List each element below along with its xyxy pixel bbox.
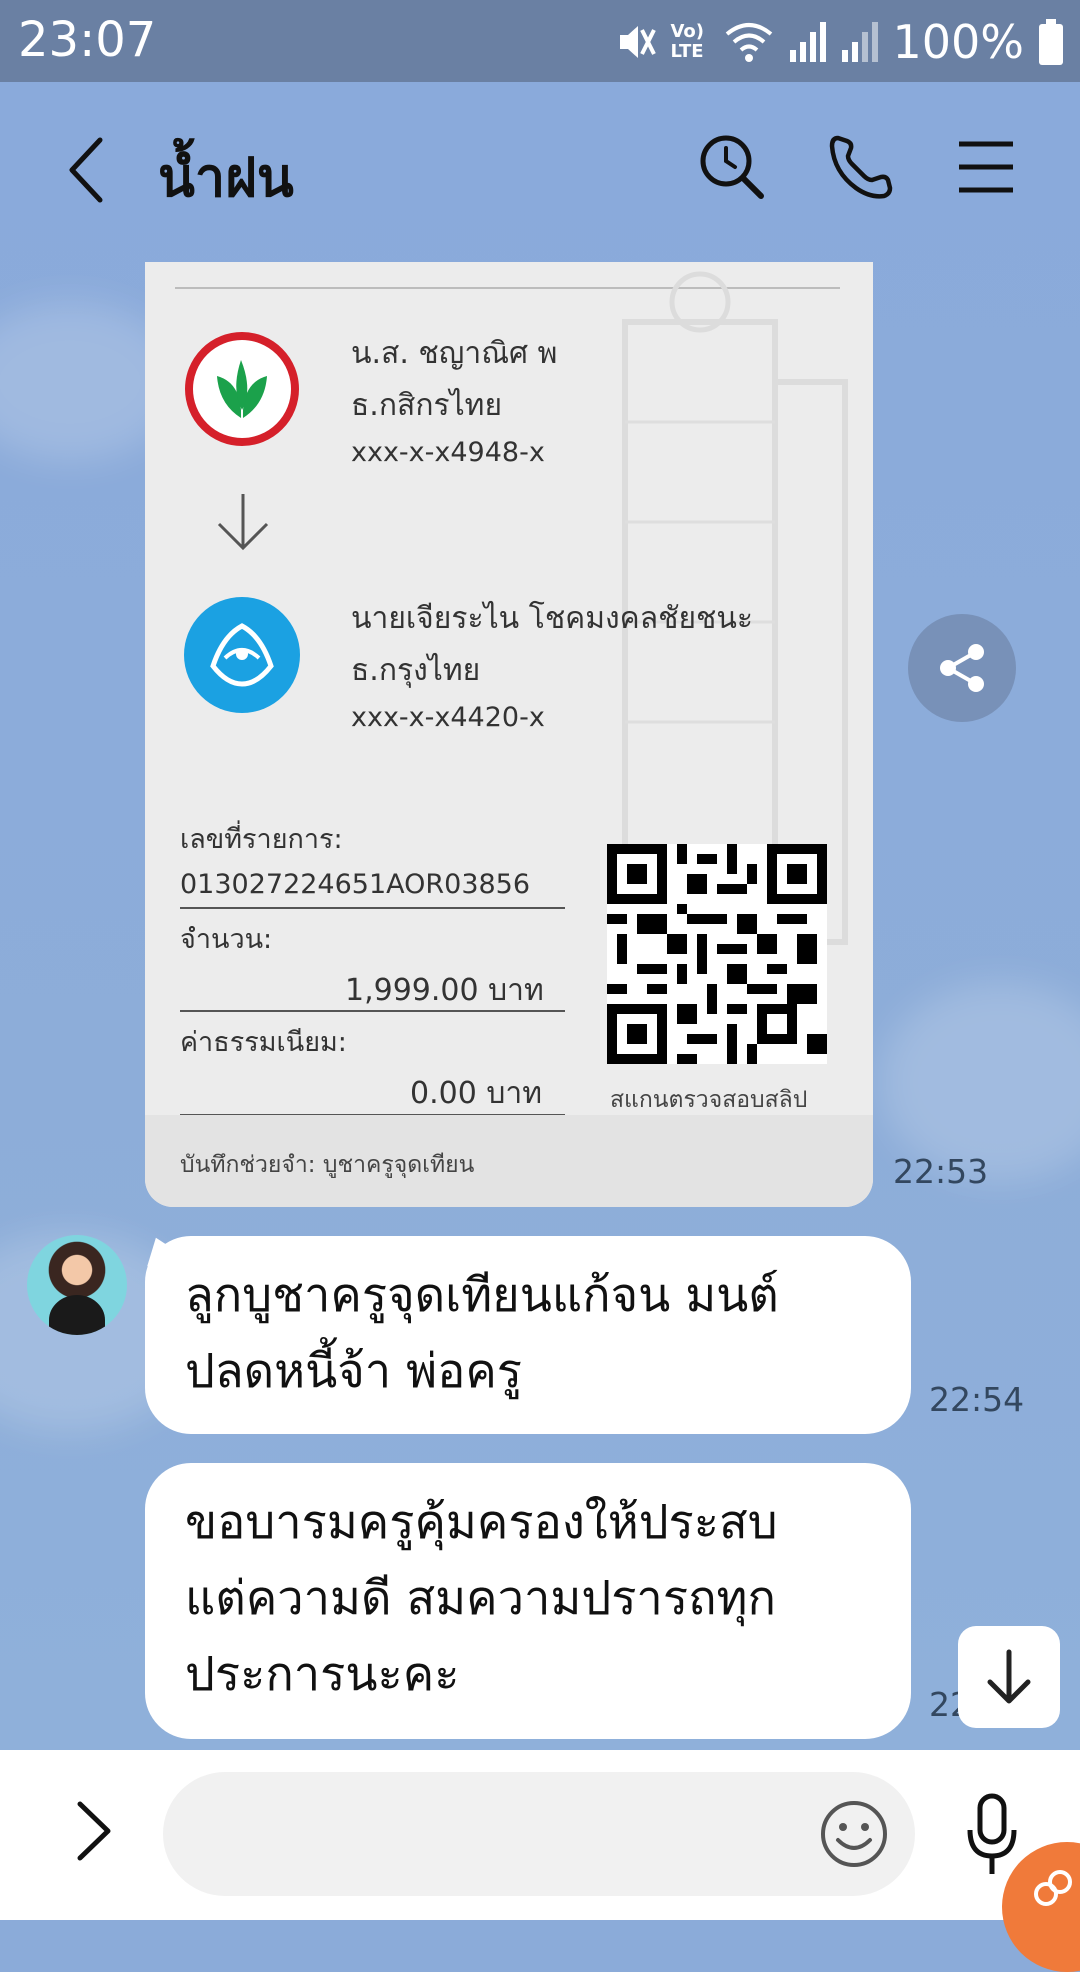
transaction-id: 013027224651AOR03856: [180, 869, 531, 900]
qr-caption: สแกนตรวจสอบสลิป: [610, 1087, 808, 1113]
slip-memo: บันทึกช่วยจำ: บูชาครูจุดเทียน: [180, 1152, 475, 1178]
receiver-account: xxx-x-x4420-x: [351, 702, 545, 733]
qr-code: [607, 844, 827, 1064]
sender-bank: ธ.กสิกรไทย: [351, 388, 503, 423]
receiver-bank: ธ.กรุงไทย: [351, 653, 481, 688]
signal-icon: [842, 22, 879, 62]
message-line: ประการนะคะ: [185, 1647, 460, 1702]
share-icon: [940, 644, 984, 692]
transfer-slip-image[interactable]: น.ส. ชญาณิศ พ ธ.กสิกรไทย xxx-x-x4948-x น…: [145, 262, 873, 1207]
emoji-icon[interactable]: [818, 1798, 890, 1870]
krungthai-bank-logo: [184, 597, 300, 713]
message-line: ลูกบูชาครูจุดเทียนแก้จน มนต์: [185, 1268, 779, 1323]
message-input[interactable]: [163, 1772, 915, 1896]
expand-icon[interactable]: [68, 1796, 118, 1866]
signal-icon: [790, 22, 827, 62]
message-bubble[interactable]: ขอบารมครูคุ้มครองให้ประสบ แต่ความดี สมคว…: [145, 1463, 911, 1739]
sender-account: xxx-x-x4948-x: [351, 437, 545, 468]
fee-value: 0.00 บาท: [410, 1076, 542, 1111]
status-icons: Vo) LTE 100%: [616, 12, 1064, 72]
arrow-down-icon: [217, 494, 269, 551]
chat-title: น้ำฝน: [158, 146, 294, 209]
message-line: ขอบารมครูคุ้มครองให้ประสบ: [185, 1495, 778, 1550]
link-icon: [1034, 1870, 1072, 1906]
battery-level: 100%: [892, 15, 1024, 69]
microphone-icon[interactable]: [962, 1790, 1022, 1880]
search-icon[interactable]: [697, 132, 767, 202]
message-time: 22:54: [929, 1380, 1025, 1419]
back-icon[interactable]: [58, 130, 118, 210]
status-bar: 23:07 Vo) LTE 100%: [0, 0, 1080, 82]
arrow-down-icon: [987, 1649, 1031, 1704]
phone-icon[interactable]: [826, 132, 896, 202]
transaction-label: เลขที่รายการ:: [180, 824, 343, 855]
menu-icon[interactable]: [951, 132, 1021, 202]
message-line: ปลดหนี้จ้า พ่อครู: [185, 1344, 523, 1399]
slip-divider: [180, 907, 565, 909]
amount-value: 1,999.00 บาท: [345, 973, 544, 1008]
scroll-to-bottom-button[interactable]: [958, 1626, 1060, 1728]
avatar-body: [49, 1295, 105, 1335]
sender-name: น.ส. ชญาณิศ พ: [351, 336, 558, 371]
avatar[interactable]: [27, 1235, 127, 1335]
message-line: แต่ความดี สมความปรารถทุก: [185, 1571, 776, 1626]
message-time: 22:53: [893, 1152, 989, 1191]
receiver-name: นายเจียระไน โชคมงคลชัยชนะ: [351, 601, 754, 636]
kasikorn-bank-logo: [185, 332, 299, 446]
fee-label: ค่าธรรมเนียม:: [180, 1027, 347, 1058]
slip-divider: [180, 1010, 565, 1012]
mute-icon: [620, 26, 657, 58]
message-bubble[interactable]: ลูกบูชาครูจุดเทียนแก้จน มนต์ ปลดหนี้จ้า …: [145, 1236, 911, 1434]
wifi-icon: [726, 23, 773, 62]
status-time: 23:07: [18, 12, 157, 68]
share-button[interactable]: [908, 614, 1016, 722]
volte-icon: Vo) LTE: [670, 21, 705, 62]
amount-label: จำนวน:: [180, 924, 273, 955]
battery-icon: [1039, 19, 1063, 65]
